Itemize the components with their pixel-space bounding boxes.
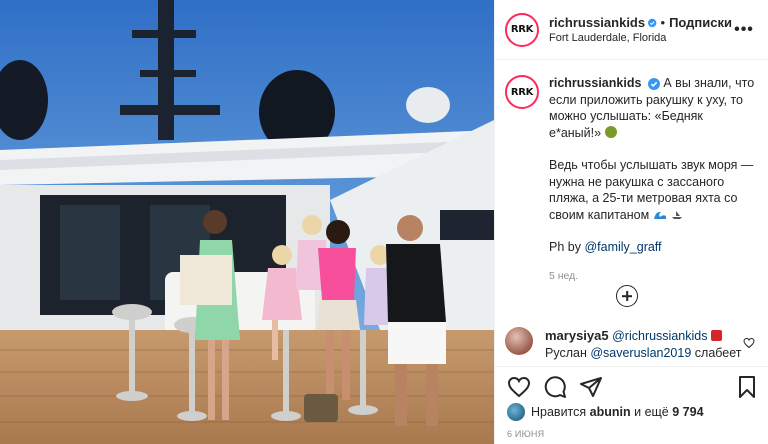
caption-timestamp[interactable]: 5 нед. xyxy=(549,268,755,285)
boat-emoji-icon xyxy=(672,210,683,219)
verified-badge-icon xyxy=(648,18,657,27)
commenter-avatar[interactable] xyxy=(505,327,533,355)
yacht-family-photo xyxy=(0,0,494,444)
likes-count[interactable]: 9 794 xyxy=(672,405,703,419)
heart-icon[interactable] xyxy=(507,375,531,399)
action-bar xyxy=(495,366,768,404)
caption-paragraph-1: richrussiankids А вы знали, что если при… xyxy=(549,75,755,141)
wave-emoji-icon xyxy=(653,211,666,219)
comments-area: RRK richrussiankids А вы знали, что если… xyxy=(495,61,768,366)
instagram-post: RRK richrussiankids • Подписки Fort Laud… xyxy=(0,0,768,444)
post-header: RRK richrussiankids • Подписки Fort Laud… xyxy=(495,0,768,60)
comment-like-heart-icon[interactable] xyxy=(743,337,755,349)
caption-avatar[interactable]: RRK xyxy=(505,75,539,109)
caption-body: richrussiankids А вы знали, что если при… xyxy=(549,75,755,284)
comment-line-1: marysiya5 @richrussiankids xyxy=(545,327,763,345)
avatar-logo-text: RRK xyxy=(510,86,534,98)
comment-text-suffix: слабеет xyxy=(694,346,742,360)
likes-prefix: Нравится xyxy=(531,405,587,419)
commenter-username[interactable]: marysiya5 xyxy=(545,328,609,343)
angry-face-emoji-icon xyxy=(604,125,617,138)
comment-line-2: Руслан @saveruslan2019 слабеет xyxy=(545,345,763,362)
comment-body: marysiya5 @richrussiankids Руслан @saver… xyxy=(545,327,763,362)
caption-text-2: Ведь чтобы услышать звук моря — нужна не… xyxy=(549,158,754,222)
comment-text-prefix: Руслан xyxy=(545,346,587,360)
caption-paragraph-3: Ph by @family_graff xyxy=(549,239,755,256)
more-options-icon[interactable]: ••• xyxy=(732,21,756,39)
red-square-emoji-icon xyxy=(710,330,722,341)
following-button[interactable]: Подписки xyxy=(669,15,732,30)
comment-mention-2[interactable]: @saveruslan2019 xyxy=(590,346,691,360)
header-username[interactable]: richrussiankids xyxy=(549,15,645,30)
profile-avatar[interactable]: RRK xyxy=(505,12,539,47)
load-more-comments[interactable] xyxy=(495,285,759,307)
post-date[interactable]: 6 ИЮНЯ xyxy=(507,429,544,439)
verified-badge-icon xyxy=(647,77,660,90)
comment-icon[interactable] xyxy=(543,375,567,399)
post-photo[interactable] xyxy=(0,0,494,444)
likes-middle: и ещё xyxy=(634,405,669,419)
separator-dot: • xyxy=(660,15,666,30)
share-icon[interactable] xyxy=(579,375,603,399)
credit-prefix: Ph by xyxy=(549,240,581,254)
location-link[interactable]: Fort Lauderdale, Florida xyxy=(549,32,732,44)
bookmark-icon[interactable] xyxy=(735,375,759,399)
post-side-panel: RRK richrussiankids • Подписки Fort Laud… xyxy=(494,0,768,444)
caption-username[interactable]: richrussiankids xyxy=(549,76,641,90)
liker-avatar[interactable] xyxy=(507,403,525,421)
header-row: richrussiankids • Подписки xyxy=(549,15,732,30)
comment-item: marysiya5 @richrussiankids Руслан @saver… xyxy=(505,327,763,362)
likes-summary: Нравится abunin и ещё 9 794 xyxy=(507,403,704,421)
avatar-logo-text: RRK xyxy=(510,24,534,35)
caption-paragraph-2: Ведь чтобы услышать звук моря — нужна не… xyxy=(549,157,755,223)
load-more-icon[interactable] xyxy=(616,285,638,307)
comment-mention[interactable]: @richrussiankids xyxy=(612,329,707,343)
liker-username[interactable]: abunin xyxy=(590,405,631,419)
header-text: richrussiankids • Подписки Fort Lauderda… xyxy=(549,15,732,44)
action-spacer xyxy=(615,375,735,404)
credit-link[interactable]: @family_graff xyxy=(584,240,661,254)
caption: RRK richrussiankids А вы знали, что если… xyxy=(505,75,755,284)
